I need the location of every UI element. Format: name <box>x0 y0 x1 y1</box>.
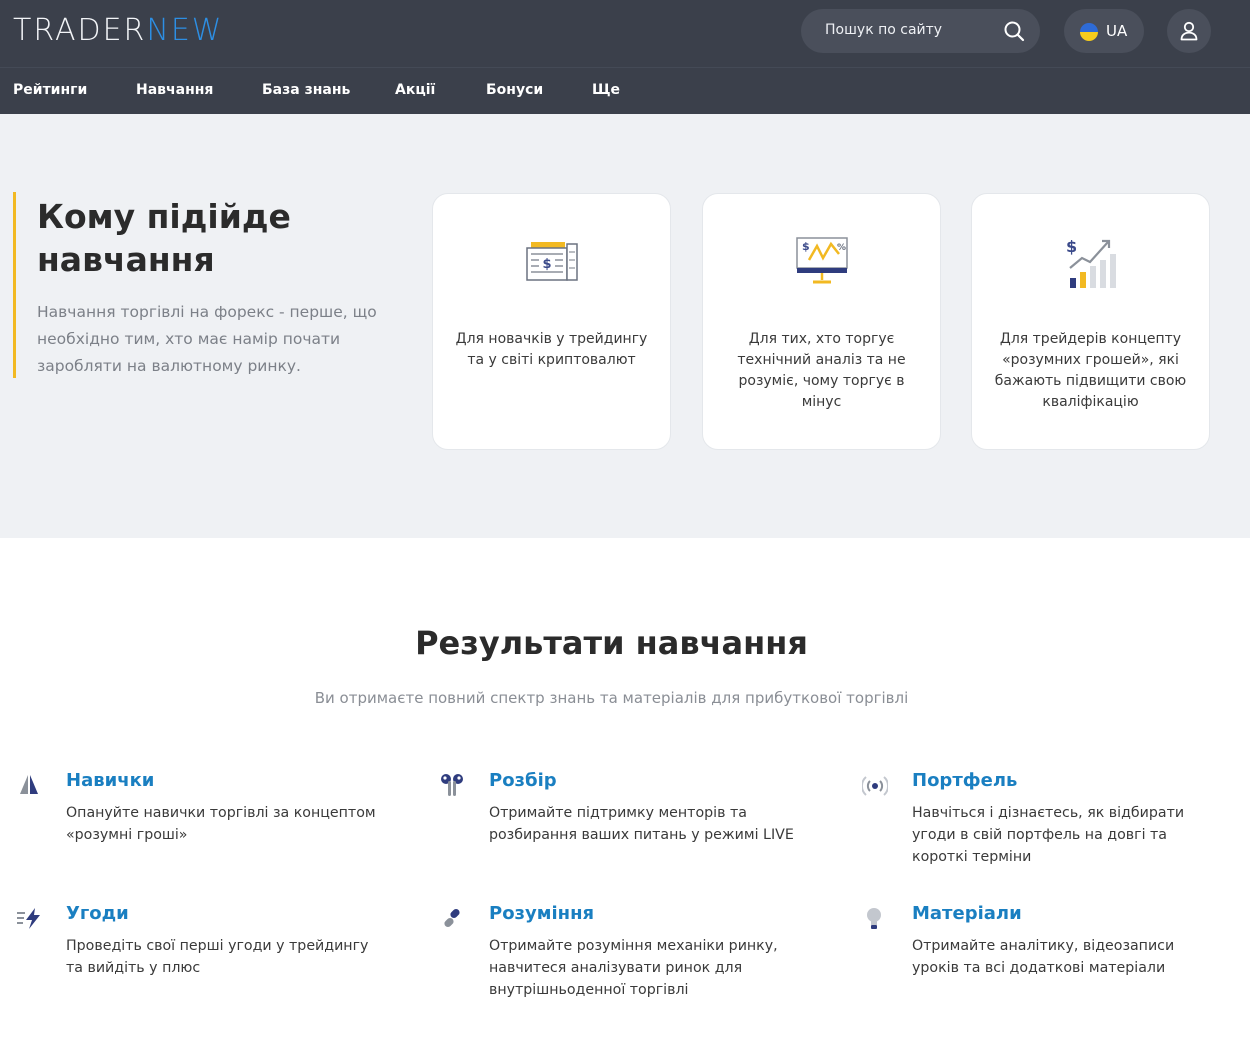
result-title: Портфель <box>912 770 1018 791</box>
results-subtitle: Ви отримаєте повний спектр знань та мате… <box>314 689 909 707</box>
svg-text:$: $ <box>802 240 810 253</box>
result-title: Навички <box>66 770 155 791</box>
result-text: Отримайте підтримку менторів та розбиран… <box>489 805 794 843</box>
result-title: Угоди <box>66 903 129 924</box>
earbuds-icon <box>441 774 463 796</box>
audience-card-text: Для тих, хто торгує технічний аналіз та … <box>737 331 906 410</box>
result-title: Матеріали <box>912 903 1022 924</box>
money-stack-icon: $ <box>526 242 578 281</box>
audience-card-beginners: $ Для новачків у трейдингу та у світі кр… <box>432 193 671 450</box>
audience-title: Кому підійде навчання <box>37 197 291 279</box>
main-nav: Рейтинги Навчання База знань Акції Бонус… <box>0 67 1250 114</box>
user-account-button[interactable] <box>1167 9 1211 53</box>
growth-chart-icon: $ <box>1066 237 1116 288</box>
result-title: Розуміння <box>489 903 595 924</box>
broadcast-icon <box>862 776 888 796</box>
chart-monitor-icon: $ % <box>796 237 848 284</box>
nav-item-more[interactable]: Ще <box>592 82 620 98</box>
language-label: UA <box>1106 22 1128 40</box>
user-icon <box>1180 21 1198 41</box>
ukraine-flag-icon <box>1080 23 1098 41</box>
result-title: Розбір <box>489 770 557 791</box>
top-bar: TRADERNEW Пошук по сайту UA <box>0 0 1250 67</box>
result-text: Отримайте розуміння механіки ринку, навч… <box>489 938 778 998</box>
nav-item-bonuses[interactable]: Бонуси <box>486 82 543 98</box>
audience-card-smart-money: $ Для трейдерів концепту «розумних гроше… <box>971 193 1210 450</box>
nav-item-knowledge-base[interactable]: База знань <box>262 82 350 98</box>
lightbulb-icon <box>867 908 881 929</box>
audience-card-text: Для трейдерів концепту «розумних грошей»… <box>994 331 1187 410</box>
lightning-icon <box>17 908 40 929</box>
svg-text:$: $ <box>1066 237 1077 256</box>
audience-description: Навчання торгівлі на форекс - перше, що … <box>37 303 377 375</box>
accent-bar <box>13 192 16 378</box>
results-title: Результати навчання <box>415 624 808 662</box>
svg-text:$: $ <box>542 257 551 272</box>
language-switcher[interactable]: UA <box>1064 9 1144 53</box>
audience-card-tech-analysis: $ % Для тих, хто торгує технічний аналіз… <box>702 193 941 450</box>
nav-item-promotions[interactable]: Акції <box>395 82 435 98</box>
nav-item-education[interactable]: Навчання <box>136 82 213 98</box>
logo[interactable]: TRADERNEW <box>13 14 223 48</box>
search-box[interactable]: Пошук по сайту <box>801 9 1040 53</box>
search-input[interactable]: Пошук по сайту <box>825 22 942 38</box>
search-icon[interactable] <box>1003 20 1025 42</box>
result-text: Отримайте аналітику, відеозаписи уроків … <box>912 938 1175 976</box>
link-icon <box>444 908 460 928</box>
nav-item-ratings[interactable]: Рейтинги <box>13 82 87 98</box>
sail-icon <box>20 775 38 794</box>
result-text: Проведіть свої перші угоди у трейдингу т… <box>66 938 369 976</box>
result-text: Навчіться і дізнаєтесь, як відбирати уго… <box>912 805 1185 865</box>
svg-text:%: % <box>837 243 846 253</box>
audience-card-text: Для новачків у трейдингу та у світі крип… <box>455 331 648 368</box>
result-text: Опануйте навички торгівлі за концептом «… <box>66 805 376 843</box>
